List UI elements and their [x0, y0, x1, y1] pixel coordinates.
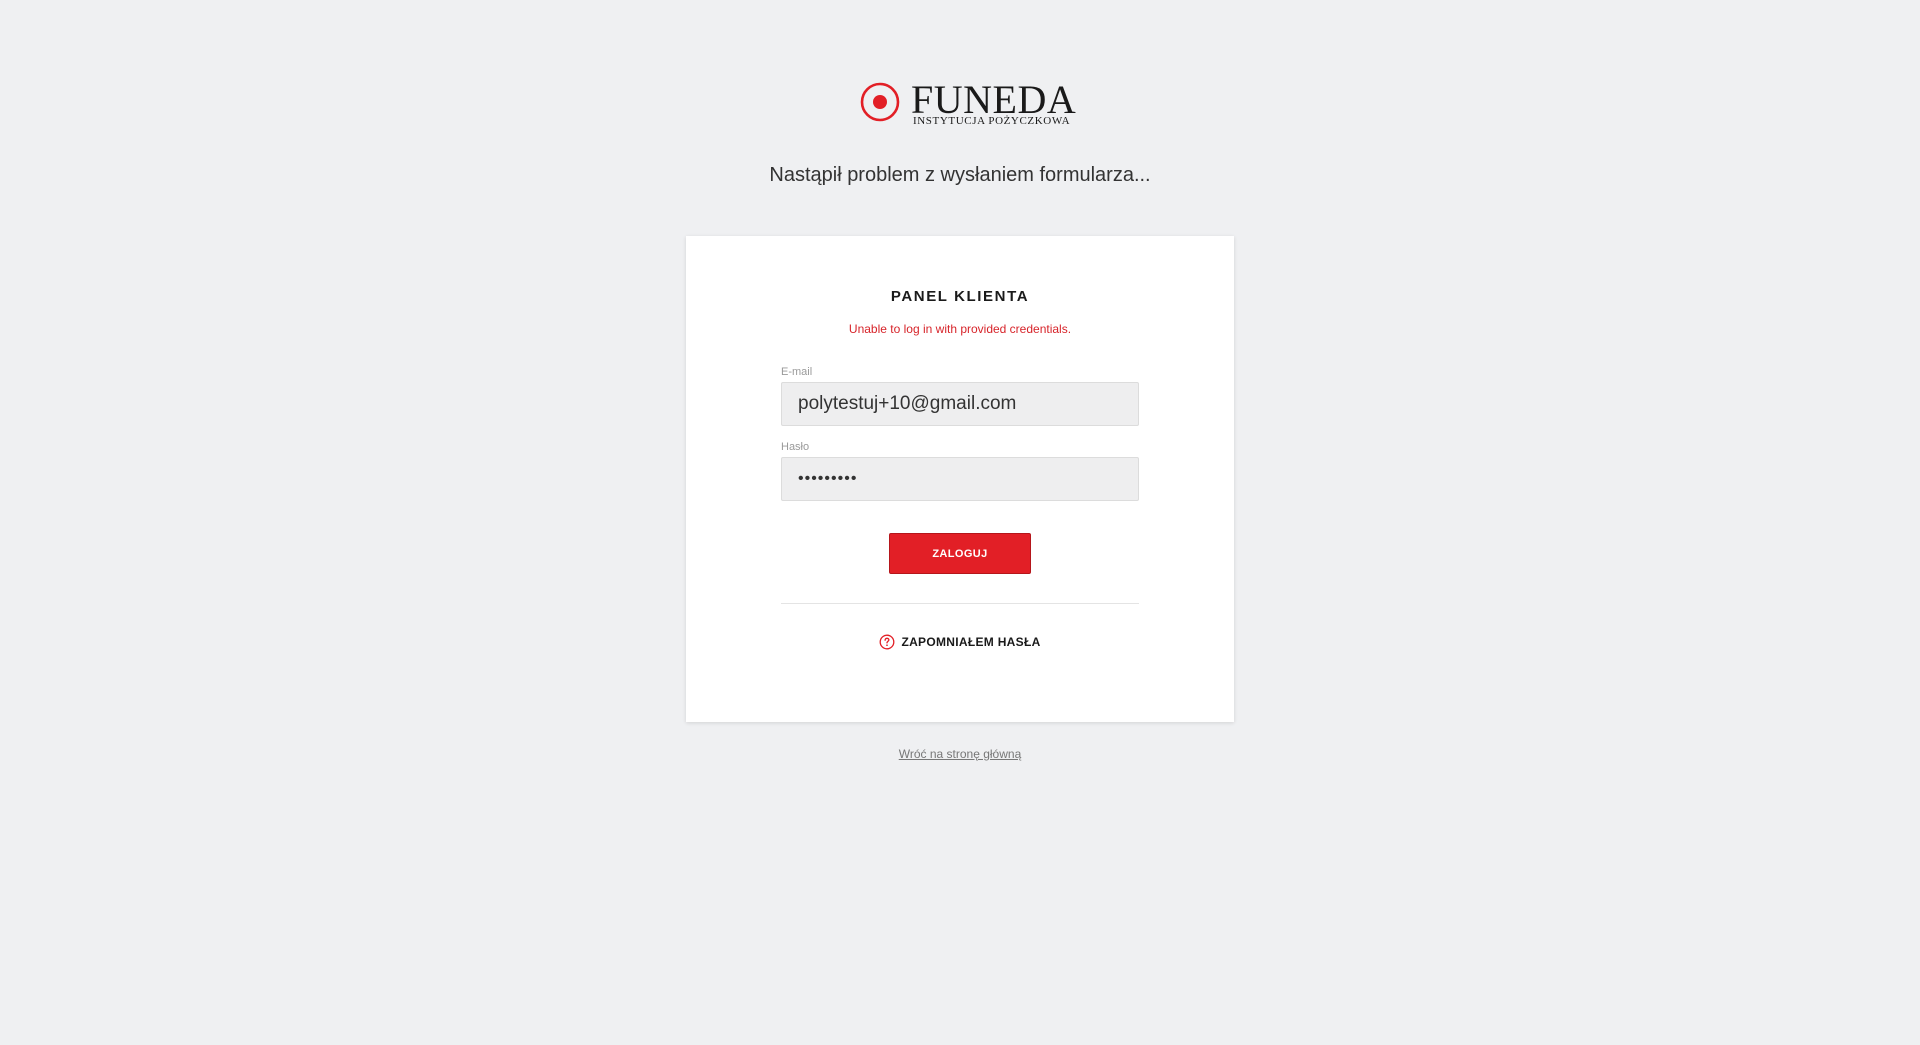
email-label: E-mail	[781, 366, 813, 378]
email-field[interactable]	[781, 382, 1139, 426]
login-page: FUNEDA INSTYTUCJA POŻYCZKOWA Nastąpił pr…	[0, 0, 1920, 1045]
password-field[interactable]	[781, 457, 1139, 501]
forgot-password-label: ZAPOMNIAŁEM HASŁA	[901, 635, 1041, 649]
login-button[interactable]: ZALOGUJ	[889, 533, 1031, 574]
password-label: Hasło	[781, 441, 810, 453]
question-circle-icon	[880, 634, 895, 650]
login-card: PANEL KLIENTA Unable to log in with prov…	[686, 236, 1234, 722]
logo-name: FUNEDA	[911, 77, 1077, 122]
form-error-notice: Nastąpił problem z wysłaniem formularza.…	[769, 164, 1151, 186]
forgot-password-link[interactable]: ZAPOMNIAŁEM HASŁA	[686, 634, 1234, 650]
back-to-home: Wróć na stronę główną	[0, 747, 1920, 761]
back-to-home-link[interactable]: Wróć na stronę główną	[899, 747, 1022, 761]
logo-target-icon	[860, 82, 900, 122]
logo-subtitle: INSTYTUCJA POŻYCZKOWA	[913, 115, 1071, 127]
login-error-message: Unable to log in with provided credentia…	[848, 322, 1072, 336]
divider	[781, 603, 1139, 604]
panel-title: PANEL KLIENTA	[890, 288, 1030, 305]
funeda-logo[interactable]: FUNEDA INSTYTUCJA POŻYCZKOWA	[860, 80, 1076, 130]
